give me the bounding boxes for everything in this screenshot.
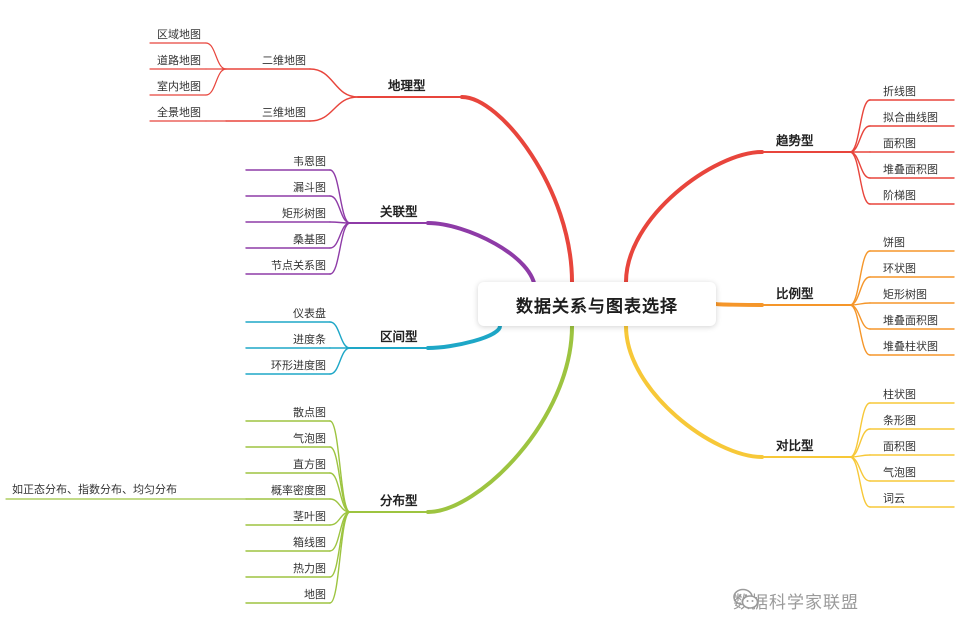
branch-proportion-item-3[interactable]: 堆叠面积图 [883, 314, 938, 328]
branch-distribution-link-6 [329, 511, 351, 578]
branch-proportion-link-3 [849, 304, 871, 330]
branch-geo-label[interactable]: 地理型 [388, 78, 426, 94]
branch-distribution-item-2[interactable]: 直方图 [293, 458, 326, 472]
branch-trend-item-2[interactable]: 面积图 [883, 137, 916, 151]
branch-distribution-curve [426, 324, 574, 514]
branch-proportion-item-0[interactable]: 饼图 [883, 236, 905, 250]
branch-geo-link-0 [309, 68, 359, 98]
branch-trend-link-1 [849, 125, 871, 153]
branch-comparison-item-2[interactable]: 面积图 [883, 440, 916, 454]
root-node[interactable]: 数据关系与图表选择 [478, 282, 716, 326]
geo-sub-item-二维地图-0[interactable]: 区域地图 [157, 28, 201, 42]
branch-proportion-item-2[interactable]: 矩形树图 [883, 288, 927, 302]
geo-sub-item-三维地图-0[interactable]: 全景地图 [157, 106, 201, 120]
branch-comparison-link-3 [849, 456, 871, 482]
mindmap-canvas: 数据关系与图表选择 数据科学家联盟 地理型 二维地图三维地图关联型 韦恩图漏斗图矩形… [0, 0, 967, 619]
geo-sub-link-二维地图-0 [205, 42, 227, 70]
geo-sub-item-二维地图-2[interactable]: 室内地图 [157, 80, 201, 94]
geo-sub-link-二维地图-2 [205, 68, 227, 96]
branch-trend-item-4[interactable]: 阶梯图 [883, 189, 916, 203]
branch-comparison-label[interactable]: 对比型 [776, 438, 814, 454]
branch-interval-item-0[interactable]: 仪表盘 [293, 307, 326, 321]
branch-relation-item-2[interactable]: 矩形树图 [282, 207, 326, 221]
branch-distribution-item-6[interactable]: 热力图 [293, 562, 326, 576]
branch-interval-item-2[interactable]: 环形进度图 [271, 359, 326, 373]
branch-distribution-link-0 [329, 420, 351, 513]
branch-relation-label[interactable]: 关联型 [380, 204, 418, 220]
branch-trend-link-4 [849, 151, 871, 205]
branch-relation-item-4[interactable]: 节点关系图 [271, 259, 326, 273]
branch-relation-item-1[interactable]: 漏斗图 [293, 181, 326, 195]
branch-interval-curve [426, 324, 502, 350]
geo-sub-item-二维地图-1[interactable]: 道路地图 [157, 54, 201, 68]
branch-distribution-label[interactable]: 分布型 [380, 493, 418, 509]
branch-interval-link-0 [329, 321, 351, 349]
branch-comparison-item-0[interactable]: 柱状图 [883, 388, 916, 402]
branch-distribution-link-7 [329, 511, 351, 604]
wechat-icon [733, 588, 759, 609]
branch-trend-label[interactable]: 趋势型 [776, 133, 814, 149]
branch-proportion-link-4 [849, 304, 871, 356]
branch-comparison-item-4[interactable]: 词云 [883, 492, 905, 506]
branch-distribution-item-5[interactable]: 箱线图 [293, 536, 326, 550]
branch-trend-item-1[interactable]: 拟合曲线图 [883, 111, 938, 125]
branch-distribution-item-0[interactable]: 散点图 [293, 406, 326, 420]
branch-trend-link-3 [849, 151, 871, 179]
branch-relation-link-4 [329, 222, 351, 275]
branch-distribution-link-1 [329, 446, 351, 513]
branch-interval-link-2 [329, 347, 351, 375]
branch-relation-link-3 [329, 222, 351, 249]
branch-trend-item-3[interactable]: 堆叠面积图 [883, 163, 938, 177]
distribution-note[interactable]: 如正态分布、指数分布、均匀分布 [12, 483, 177, 497]
branch-trend-curve [624, 150, 764, 284]
branch-comparison-link-4 [849, 456, 871, 508]
root-title: 数据关系与图表选择 [516, 296, 678, 317]
branch-distribution-item-4[interactable]: 茎叶图 [293, 510, 326, 524]
branch-comparison-item-3[interactable]: 气泡图 [883, 466, 916, 480]
branch-proportion-label[interactable]: 比例型 [776, 286, 814, 302]
branch-relation-item-0[interactable]: 韦恩图 [293, 155, 326, 169]
branch-interval-label[interactable]: 区间型 [380, 329, 418, 345]
branch-distribution-item-1[interactable]: 气泡图 [293, 432, 326, 446]
branch-proportion-item-4[interactable]: 堆叠柱状图 [883, 340, 938, 354]
branch-relation-item-3[interactable]: 桑基图 [293, 233, 326, 247]
branch-geo-item-1[interactable]: 三维地图 [262, 106, 306, 120]
branch-interval-item-1[interactable]: 进度条 [293, 333, 326, 347]
branch-distribution-item-7[interactable]: 地图 [304, 588, 326, 602]
branch-comparison-item-1[interactable]: 条形图 [883, 414, 916, 428]
branch-distribution-item-3[interactable]: 概率密度图 [271, 484, 326, 498]
branch-geo-link-1 [309, 96, 359, 122]
branch-geo-curve [460, 95, 574, 284]
branch-geo-item-0[interactable]: 二维地图 [262, 54, 306, 68]
branch-proportion-item-1[interactable]: 环状图 [883, 262, 916, 276]
watermark: 数据科学家联盟 [733, 588, 859, 613]
branch-proportion-curve [714, 302, 764, 307]
branch-trend-link-0 [849, 99, 871, 153]
branch-comparison-curve [624, 324, 764, 459]
branch-trend-item-0[interactable]: 折线图 [883, 85, 916, 99]
branch-relation-curve [426, 221, 537, 292]
